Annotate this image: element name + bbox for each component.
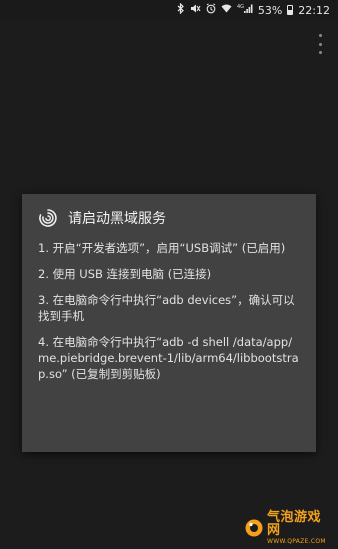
dialog-title: 请启动黑域服务 (68, 211, 166, 227)
svg-text:4G: 4G (237, 4, 244, 10)
mute-icon (190, 3, 201, 18)
step-adb-shell: 4. 在电脑命令行中执行“adb -d shell /data/app/me.p… (38, 335, 299, 381)
watermark-text: 气泡游戏网 WWW.QPAZE.COM (267, 511, 332, 545)
battery-percent: 53% (257, 3, 283, 17)
watermark: 气泡游戏网 WWW.QPAZE.COM (244, 511, 332, 545)
step-adb-devices: 3. 在电脑命令行中执行“adb devices”，确认可以找到手机 (38, 293, 295, 323)
start-service-dialog: 请启动黑域服务 1. 开启“开发者选项”，启用“USB调试” (已启用) 2. … (22, 194, 316, 452)
bubble-logo-icon (245, 519, 263, 537)
status-bar: 4G 53% 22:12 (0, 0, 338, 20)
step-connect-usb: 2. 使用 USB 连接到电脑 (已连接) (38, 267, 212, 281)
watermark-name: 气泡游戏网 (267, 510, 322, 538)
watermark-url: WWW.QPAZE.COM (267, 538, 326, 545)
alarm-icon (206, 2, 216, 18)
overflow-menu-icon[interactable] (312, 34, 328, 54)
brevent-swirl-icon (39, 209, 57, 227)
app-bar (0, 20, 338, 66)
wifi-icon (221, 3, 232, 17)
step-enable-usb-debugging: 1. 开启“开发者选项”，启用“USB调试” (已启用) (38, 241, 286, 255)
dialog-header: 请启动黑域服务 (38, 208, 300, 228)
battery-icon (287, 5, 294, 15)
screen: 4G 53% 22:12 请启动黑域服务 1. 开启“开发者选项”，启用“USB… (0, 0, 338, 549)
bluetooth-icon (177, 2, 185, 18)
signal-icon: 4G (237, 3, 253, 18)
clock: 22:12 (298, 3, 330, 17)
